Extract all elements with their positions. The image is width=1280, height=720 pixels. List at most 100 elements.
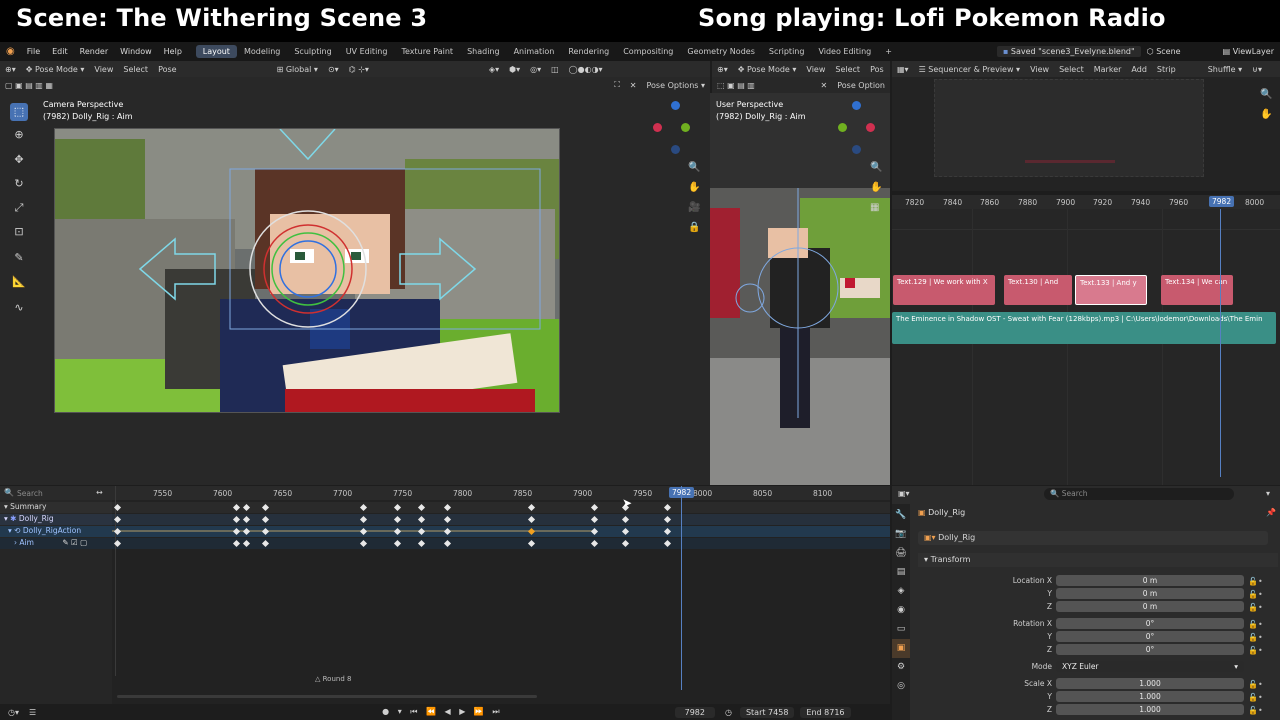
sequencer-ruler[interactable]: 7820 7840 7860 7880 7900 7920 7940 7960 … [892,195,1280,209]
navigation-gizmo[interactable] [650,99,700,159]
right-close-icon[interactable]: ✕ [816,81,833,90]
rotation-mode-dropdown[interactable]: XYZ Euler ▾ [1056,661,1244,672]
rotate-tool-icon[interactable]: ↻ [10,175,28,193]
menu-file[interactable]: File [21,47,46,56]
end-frame-field[interactable]: End 8716 [800,706,851,718]
keyframe-area[interactable] [112,486,890,690]
neg-z-axis-icon[interactable] [671,145,680,154]
right-z-axis-icon[interactable] [852,101,861,110]
properties-editor-icon[interactable]: ▣▾ [898,489,910,498]
menu-help[interactable]: Help [158,47,188,56]
right-mode-selector[interactable]: ✥ Pose Mode ▾ [733,65,802,74]
shuffle-dropdown[interactable]: Shuffle ▾ [1203,65,1247,74]
lock-camera-icon[interactable]: 🔒 [688,218,700,238]
audio-strip[interactable]: The Eminence in Shadow OST - Sweat with … [892,312,1276,344]
sequencer-frame-indicator[interactable]: 7982 [1209,196,1235,207]
scale-tool-icon[interactable]: ⤢ [10,199,28,217]
right-select-menu[interactable]: Select [830,65,865,74]
annotate-tool-icon[interactable]: ✎ [10,249,28,267]
pivot-icon[interactable]: ⊙▾ [323,65,344,74]
lock-rotation-z-icon[interactable]: 🔓• [1248,644,1263,657]
pose-opt-icon[interactable]: ⛶ [609,80,625,90]
sequencer-strip-menu[interactable]: Strip [1152,65,1181,74]
relax-pose-tool-icon[interactable]: ∿ [10,299,28,317]
zoom-icon[interactable]: 🔍 [688,158,700,178]
transform-tool-icon[interactable]: ⊡ [10,223,28,241]
shading-modes-icon[interactable]: ◯●◐◑▾ [564,65,608,74]
right-x-axis-icon[interactable] [866,123,875,132]
sequencer-playhead[interactable] [1220,209,1221,477]
menu-edit[interactable]: Edit [46,47,74,56]
snap-icon[interactable]: ⌬ ⊹▾ [344,65,374,74]
channel-toggle-icons[interactable]: ✎ ☑ ▢ [62,538,87,547]
sequencer-marker-menu[interactable]: Marker [1089,65,1127,74]
channel-dolly-rig[interactable]: ▾ ✱ Dolly_Rig [0,514,112,525]
orientation-selector[interactable]: ⊞ Global ▾ [272,65,323,74]
sequencer-editor-icon[interactable]: ▦▾ [892,65,914,74]
view-layer-selector[interactable]: ▤ ViewLayer [1217,47,1280,56]
scale-y-field[interactable]: 1.000 [1056,691,1244,702]
channel-action[interactable]: ▾ ⟲ Dolly_RigAction [0,526,112,537]
right-navigation-gizmo[interactable] [836,99,876,159]
right-neg-z-axis-icon[interactable] [852,145,861,154]
select-tool-icon[interactable]: ⬚ [10,103,28,121]
rotation-x-field[interactable]: 0° [1056,618,1244,629]
tool-tab-icon[interactable]: 🔧 [892,506,910,525]
xray-icon[interactable]: ◫ [546,65,564,74]
text-strip-129[interactable]: Text.129 | We work with X [893,275,995,305]
visibility-icon[interactable]: ◈▾ [484,65,504,74]
right-select-icons[interactable]: ⬚ ▣ ▤ ▥ [712,81,760,90]
transform-panel-header[interactable]: ▾ Transform [918,553,1278,567]
collection-tab-icon[interactable]: ▭ [892,620,910,639]
camera-view-icon[interactable]: 🎥 [688,198,700,218]
sequencer-preview[interactable]: 🔍 ✋ [892,77,1280,191]
text-strip-133[interactable]: Text.133 | And y [1075,275,1147,305]
rotation-y-field[interactable]: 0° [1056,631,1244,642]
z-axis-icon[interactable] [671,101,680,110]
workspace-tab-modeling[interactable]: Modeling [237,45,287,58]
right-view-menu[interactable]: View [801,65,830,74]
pan-hand-icon[interactable]: ✋ [688,178,700,198]
left-viewport[interactable]: ⬚ ⊕ ✥ ↻ ⤢ ⊡ ✎ 📐 ∿ Camera Perspective (79… [0,93,710,485]
right-zoom-icon[interactable]: 🔍 [870,158,882,178]
current-frame-field[interactable]: 7982 [674,706,715,718]
workspace-tab-texture-paint[interactable]: Texture Paint [394,45,460,58]
lock-location-y-icon[interactable]: 🔓• [1248,588,1263,601]
workspace-tab-compositing[interactable]: Compositing [616,45,680,58]
channel-summary[interactable]: ▾ Summary [0,502,112,513]
view-menu[interactable]: View [89,65,118,74]
editor-type-icon[interactable]: ⊕▾ [0,65,21,74]
workspace-tab-geometry-nodes[interactable]: Geometry Nodes [680,45,761,58]
object-tab-icon[interactable]: ▣ [892,639,910,658]
horizontal-scrollbar[interactable] [117,695,537,698]
lock-scale-y-icon[interactable]: 🔓• [1248,691,1263,704]
right-viewport[interactable]: User Perspective (7982) Dolly_Rig : Aim … [710,93,890,485]
move-tool-icon[interactable]: ✥ [10,151,28,169]
channel-aim[interactable]: › Aim ✎ ☑ ▢ [0,538,112,549]
render-tab-icon[interactable]: 📷 [892,525,910,544]
sequencer-view-menu[interactable]: View [1025,65,1054,74]
x-axis-icon[interactable] [653,123,662,132]
sequencer-select-menu[interactable]: Select [1054,65,1089,74]
lock-rotation-x-icon[interactable]: 🔓• [1248,618,1263,631]
sequencer-add-menu[interactable]: Add [1126,65,1152,74]
scale-z-field[interactable]: 1.000 [1056,704,1244,715]
workspace-tab-animation[interactable]: Animation [507,45,562,58]
menu-render[interactable]: Render [74,47,114,56]
text-strip-130[interactable]: Text.130 | And [1004,275,1072,305]
close-icon[interactable]: ✕ [625,81,642,90]
workspace-tab-uv-editing[interactable]: UV Editing [339,45,395,58]
view-layer-tab-icon[interactable]: ▤ [892,563,910,582]
blender-logo-icon[interactable]: ◉ [0,46,21,57]
preview-range-icon[interactable]: ◷ [725,708,732,717]
select-menu[interactable]: Select [118,65,153,74]
playback-editor-icon[interactable]: ◷▾ [8,708,19,717]
location-z-field[interactable]: 0 m [1056,601,1244,612]
pose-options-dropdown[interactable]: Pose Options ▾ [642,81,711,90]
start-frame-field[interactable]: Start 7458 [739,706,795,718]
modifier-tab-icon[interactable]: ⚙ [892,658,910,677]
right-grid-icon[interactable]: ▦ [870,198,882,218]
lock-rotation-y-icon[interactable]: 🔓• [1248,631,1263,644]
pin-icon[interactable]: 📌 [1266,508,1276,517]
channel-resize-icon[interactable]: ↔ [96,488,103,497]
